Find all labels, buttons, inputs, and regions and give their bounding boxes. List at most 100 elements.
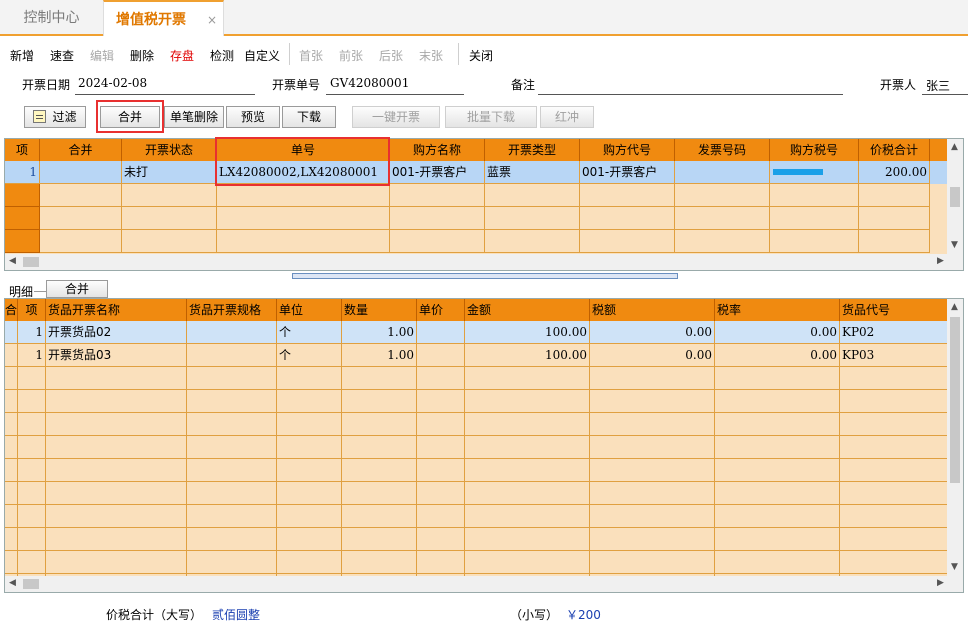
- col-header[interactable]: 税额: [590, 299, 715, 321]
- custom-button[interactable]: 自定义: [244, 47, 280, 64]
- batch-download-button[interactable]: 批量下载: [445, 106, 537, 128]
- cell-name: 开票货品02: [46, 321, 187, 344]
- cell-amount: 100.00: [465, 321, 590, 344]
- col-header[interactable]: 价税合计: [859, 139, 930, 161]
- table-row[interactable]: 1 开票货品02 个 1.00 100.00 0.00 0.00 KP02: [5, 321, 949, 344]
- col-header[interactable]: 购方名称: [390, 139, 485, 161]
- col-header[interactable]: 开票类型: [485, 139, 580, 161]
- col-header[interactable]: 开票状态: [122, 139, 217, 161]
- scroll-up-icon[interactable]: ▲: [951, 142, 958, 152]
- scroll-right-icon[interactable]: ▶: [937, 256, 944, 266]
- col-header[interactable]: 货品代号: [840, 299, 949, 321]
- cell-type: 蓝票: [485, 161, 580, 184]
- table-row[interactable]: 1 开票货品03 个 1.00 100.00 0.00 0.00 KP03: [5, 344, 949, 367]
- tab-vat-invoice[interactable]: 增值税开票 ×: [103, 0, 224, 36]
- first-button[interactable]: 首张: [299, 47, 323, 64]
- check-button[interactable]: 检测: [210, 47, 234, 64]
- invoice-no-label: 开票单号: [272, 78, 321, 92]
- empty-row: [5, 528, 949, 551]
- scroll-right-icon[interactable]: ▶: [937, 578, 944, 588]
- new-button[interactable]: 新增: [10, 47, 34, 64]
- invoice-grid: 项 合并 开票状态 单号 购方名称 开票类型 购方代号 发票号码 购方税号 价税…: [4, 138, 964, 271]
- detail-divider: [34, 291, 46, 292]
- detail-grid: 合 项 货品开票名称 货品开票规格 单位 数量 单价 金额 税额 税率 货品代号…: [4, 298, 964, 593]
- scroll-thumb[interactable]: [23, 257, 39, 267]
- empty-row: [5, 436, 949, 459]
- cell-spec: [187, 321, 277, 344]
- delete-button[interactable]: 删除: [130, 47, 154, 64]
- next-button[interactable]: 后张: [379, 47, 403, 64]
- empty-row: [5, 413, 949, 436]
- col-header[interactable]: 金额: [465, 299, 590, 321]
- scroll-thumb[interactable]: [950, 187, 960, 207]
- toolbar-divider: [289, 43, 290, 65]
- cell-tax: 0.00: [590, 321, 715, 344]
- vertical-scrollbar[interactable]: ▲ ▼: [947, 139, 963, 254]
- cell-idx: 1: [18, 321, 46, 344]
- empty-row: [5, 184, 949, 207]
- tab-vat-invoice-label: 增值税开票: [116, 12, 186, 28]
- cell-price: [417, 321, 465, 344]
- date-field[interactable]: 2024-02-08: [78, 76, 147, 90]
- quick-search-button[interactable]: 速查: [50, 47, 74, 64]
- col-header[interactable]: 购方税号: [770, 139, 859, 161]
- col-header[interactable]: 单价: [417, 299, 465, 321]
- save-button[interactable]: 存盘: [170, 47, 194, 64]
- scroll-thumb[interactable]: [23, 579, 39, 589]
- col-header[interactable]: 合: [5, 299, 18, 321]
- cell-idx: 1: [5, 161, 40, 184]
- col-header[interactable]: 购方代号: [580, 139, 675, 161]
- col-header[interactable]: 项: [18, 299, 46, 321]
- single-delete-button[interactable]: 单笔删除: [164, 106, 224, 128]
- total-small-label: （小写）: [510, 608, 559, 622]
- close-icon[interactable]: ×: [207, 2, 217, 38]
- table-row[interactable]: 1 未打 LX42080002,LX42080001 001-开票客户 蓝票 0…: [5, 161, 949, 184]
- vertical-scrollbar[interactable]: ▲ ▼: [947, 299, 963, 576]
- cell-unit: 个: [277, 344, 342, 367]
- empty-row: [5, 230, 949, 253]
- close-button[interactable]: 关闭: [469, 47, 493, 64]
- col-header[interactable]: 数量: [342, 299, 417, 321]
- scroll-left-icon[interactable]: ◀: [9, 578, 16, 588]
- empty-row: [5, 505, 949, 528]
- cell-code: KP03: [840, 344, 949, 367]
- total-upper-label: 价税合计（大写）: [106, 608, 203, 622]
- preview-button[interactable]: 预览: [226, 106, 280, 128]
- toolbar-divider: [458, 43, 459, 65]
- red-reverse-button[interactable]: 红冲: [540, 106, 594, 128]
- col-header[interactable]: 合并: [40, 139, 122, 161]
- col-header[interactable]: 货品开票规格: [187, 299, 277, 321]
- prev-button[interactable]: 前张: [339, 47, 363, 64]
- horizontal-scrollbar[interactable]: ◀ ▶: [5, 254, 963, 270]
- col-header[interactable]: 货品开票名称: [46, 299, 187, 321]
- col-header[interactable]: 单位: [277, 299, 342, 321]
- redacted-tax-no: [773, 169, 823, 175]
- issuer-field[interactable]: 张三: [926, 77, 950, 94]
- edit-button[interactable]: 编辑: [90, 47, 114, 64]
- scroll-thumb[interactable]: [950, 317, 960, 483]
- filter-button[interactable]: 过滤: [24, 106, 86, 128]
- detail-merge-button[interactable]: 合并: [46, 280, 108, 298]
- cell-status: 未打: [122, 161, 217, 184]
- scroll-left-icon[interactable]: ◀: [9, 256, 16, 266]
- one-click-invoice-button[interactable]: 一键开票: [352, 106, 440, 128]
- cell-unit: 个: [277, 321, 342, 344]
- invoice-no-underline: [326, 94, 464, 95]
- filter-icon: [33, 110, 47, 123]
- cell-buyer: 001-开票客户: [390, 161, 485, 184]
- pane-splitter[interactable]: [292, 273, 678, 279]
- remark-label: 备注: [511, 78, 536, 92]
- col-header[interactable]: 发票号码: [675, 139, 770, 161]
- cell-rate: 0.00: [715, 321, 840, 344]
- invoice-no-field[interactable]: GV42080001: [330, 76, 409, 90]
- scroll-down-icon[interactable]: ▼: [951, 562, 958, 572]
- last-button[interactable]: 末张: [419, 47, 443, 64]
- tab-control-center[interactable]: 控制中心: [0, 0, 103, 36]
- scroll-up-icon[interactable]: ▲: [951, 302, 958, 312]
- download-button[interactable]: 下载: [282, 106, 336, 128]
- col-header[interactable]: 税率: [715, 299, 840, 321]
- col-header[interactable]: 项: [5, 139, 40, 161]
- horizontal-scrollbar[interactable]: ◀ ▶: [5, 576, 963, 592]
- scroll-down-icon[interactable]: ▼: [951, 240, 958, 250]
- tab-bar: 控制中心 增值税开票 ×: [0, 0, 968, 36]
